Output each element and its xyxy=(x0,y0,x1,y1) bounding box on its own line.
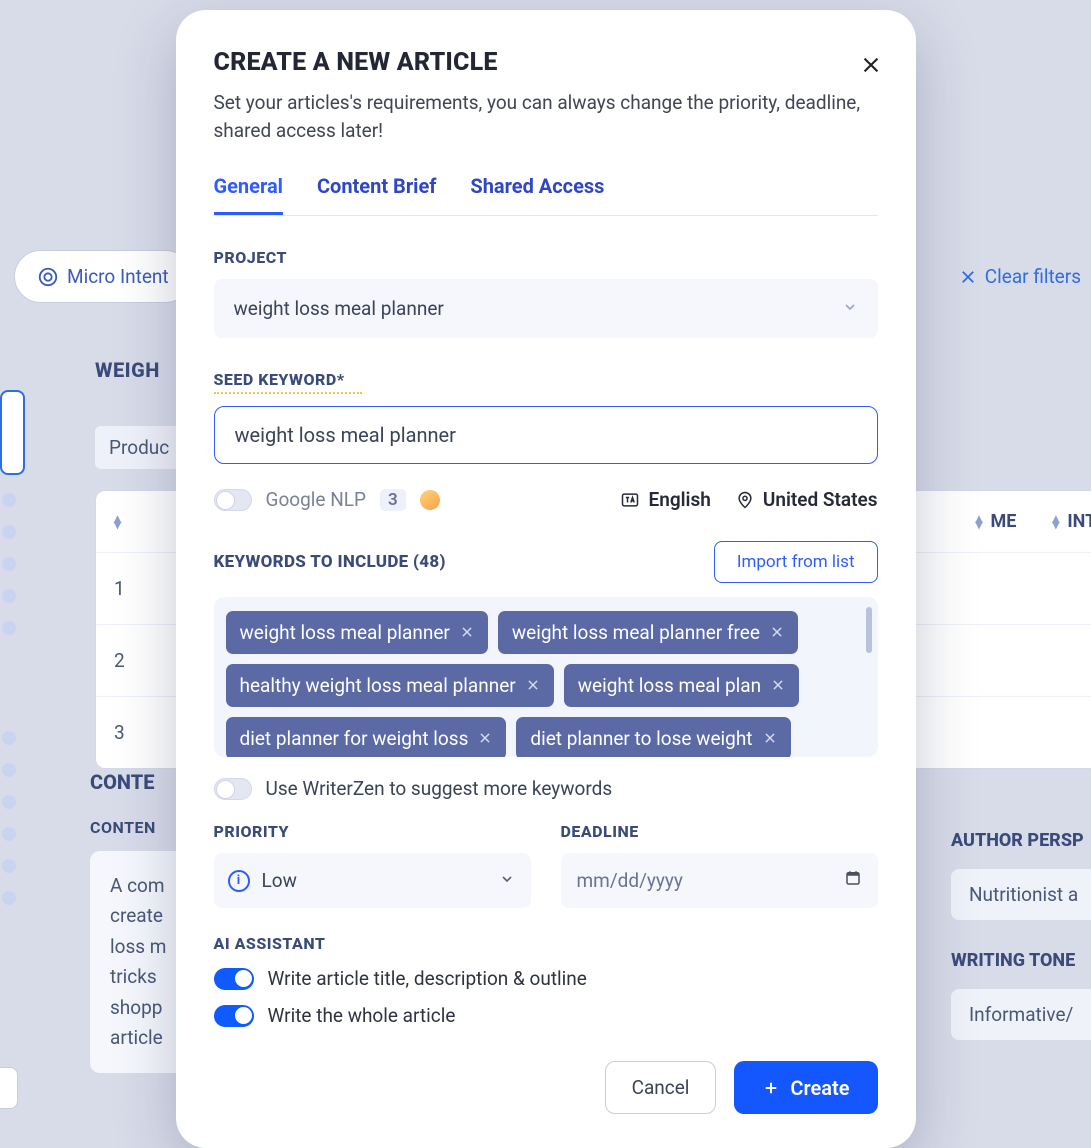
remove-keyword-icon[interactable] xyxy=(460,621,474,644)
ai-whole-article-toggle[interactable] xyxy=(214,1005,254,1027)
create-article-modal: CREATE A NEW ARTICLE Set your articles's… xyxy=(176,10,916,1148)
keyword-tag-text: weight loss meal planner xyxy=(240,621,450,644)
project-label: PROJECT xyxy=(214,248,878,267)
deadline-label: DEADLINE xyxy=(561,822,878,841)
keyword-tag: weight loss meal planner free xyxy=(498,611,798,654)
tab-general[interactable]: General xyxy=(214,174,283,215)
keyword-tag: diet planner to lose weight xyxy=(516,717,790,757)
priority-label: PRIORITY xyxy=(214,822,531,841)
seed-keyword-label: SEED KEYWORD* xyxy=(214,370,878,394)
remove-keyword-icon[interactable] xyxy=(763,727,777,750)
nlp-count-badge: 3 xyxy=(380,489,406,511)
keywords-heading: KEYWORDS TO INCLUDE (48) xyxy=(214,552,446,572)
ai-outline-toggle[interactable] xyxy=(214,968,254,990)
coins-icon xyxy=(420,490,440,510)
ai-whole-article-label: Write the whole article xyxy=(268,1004,456,1027)
project-select[interactable]: weight loss meal planner xyxy=(214,279,878,338)
chevron-down-icon xyxy=(499,869,515,892)
tab-shared-access[interactable]: Shared Access xyxy=(470,174,604,215)
country-selector[interactable]: United States xyxy=(735,488,878,511)
remove-keyword-icon[interactable] xyxy=(771,674,785,697)
keyword-tag-text: weight loss meal planner free xyxy=(512,621,760,644)
ai-outline-label: Write article title, description & outli… xyxy=(268,967,587,990)
suggest-keywords-toggle[interactable] xyxy=(214,778,252,800)
keyword-tag-text: diet planner to lose weight xyxy=(530,727,752,750)
info-icon: i xyxy=(228,870,250,892)
modal-tabs: General Content Brief Shared Access xyxy=(214,174,878,216)
modal-overlay: CREATE A NEW ARTICLE Set your articles's… xyxy=(0,0,1091,1141)
keywords-scrollbar[interactable] xyxy=(866,607,872,653)
project-value: weight loss meal planner xyxy=(234,297,444,320)
language-selector[interactable]: English xyxy=(620,488,710,511)
keyword-tag-text: weight loss meal plan xyxy=(578,674,761,697)
remove-keyword-icon[interactable] xyxy=(526,674,540,697)
cancel-button[interactable]: Cancel xyxy=(605,1061,717,1114)
keyword-tag: weight loss meal planner xyxy=(226,611,488,654)
suggest-keywords-label: Use WriterZen to suggest more keywords xyxy=(266,777,613,800)
seed-keyword-input[interactable] xyxy=(214,406,878,464)
calendar-icon xyxy=(844,869,862,892)
keywords-container: weight loss meal planner weight loss meal… xyxy=(214,597,878,757)
remove-keyword-icon[interactable] xyxy=(478,727,492,750)
ai-assistant-label: AI ASSISTANT xyxy=(214,934,878,953)
import-from-list-button[interactable]: Import from list xyxy=(714,541,878,583)
plus-icon xyxy=(762,1079,780,1097)
keyword-tag-text: diet planner for weight loss xyxy=(240,727,469,750)
modal-subtitle: Set your articles's requirements, you ca… xyxy=(214,89,878,144)
tab-content-brief[interactable]: Content Brief xyxy=(317,174,436,215)
keyword-tag: diet planner for weight loss xyxy=(226,717,507,757)
chevron-down-icon xyxy=(842,297,858,320)
close-icon[interactable] xyxy=(860,54,882,80)
deadline-placeholder: mm/dd/yyyy xyxy=(577,869,683,892)
keyword-tag: weight loss meal plan xyxy=(564,664,799,707)
priority-select[interactable]: i Low xyxy=(214,853,531,908)
deadline-input[interactable]: mm/dd/yyyy xyxy=(561,853,878,908)
keyword-tag: healthy weight loss meal planner xyxy=(226,664,554,707)
priority-value: Low xyxy=(262,869,297,892)
google-nlp-label: Google NLP xyxy=(266,488,366,511)
create-button[interactable]: Create xyxy=(734,1061,877,1114)
remove-keyword-icon[interactable] xyxy=(770,621,784,644)
modal-title: CREATE A NEW ARTICLE xyxy=(214,48,878,77)
keyword-tag-text: healthy weight loss meal planner xyxy=(240,674,516,697)
google-nlp-toggle[interactable] xyxy=(214,489,252,511)
